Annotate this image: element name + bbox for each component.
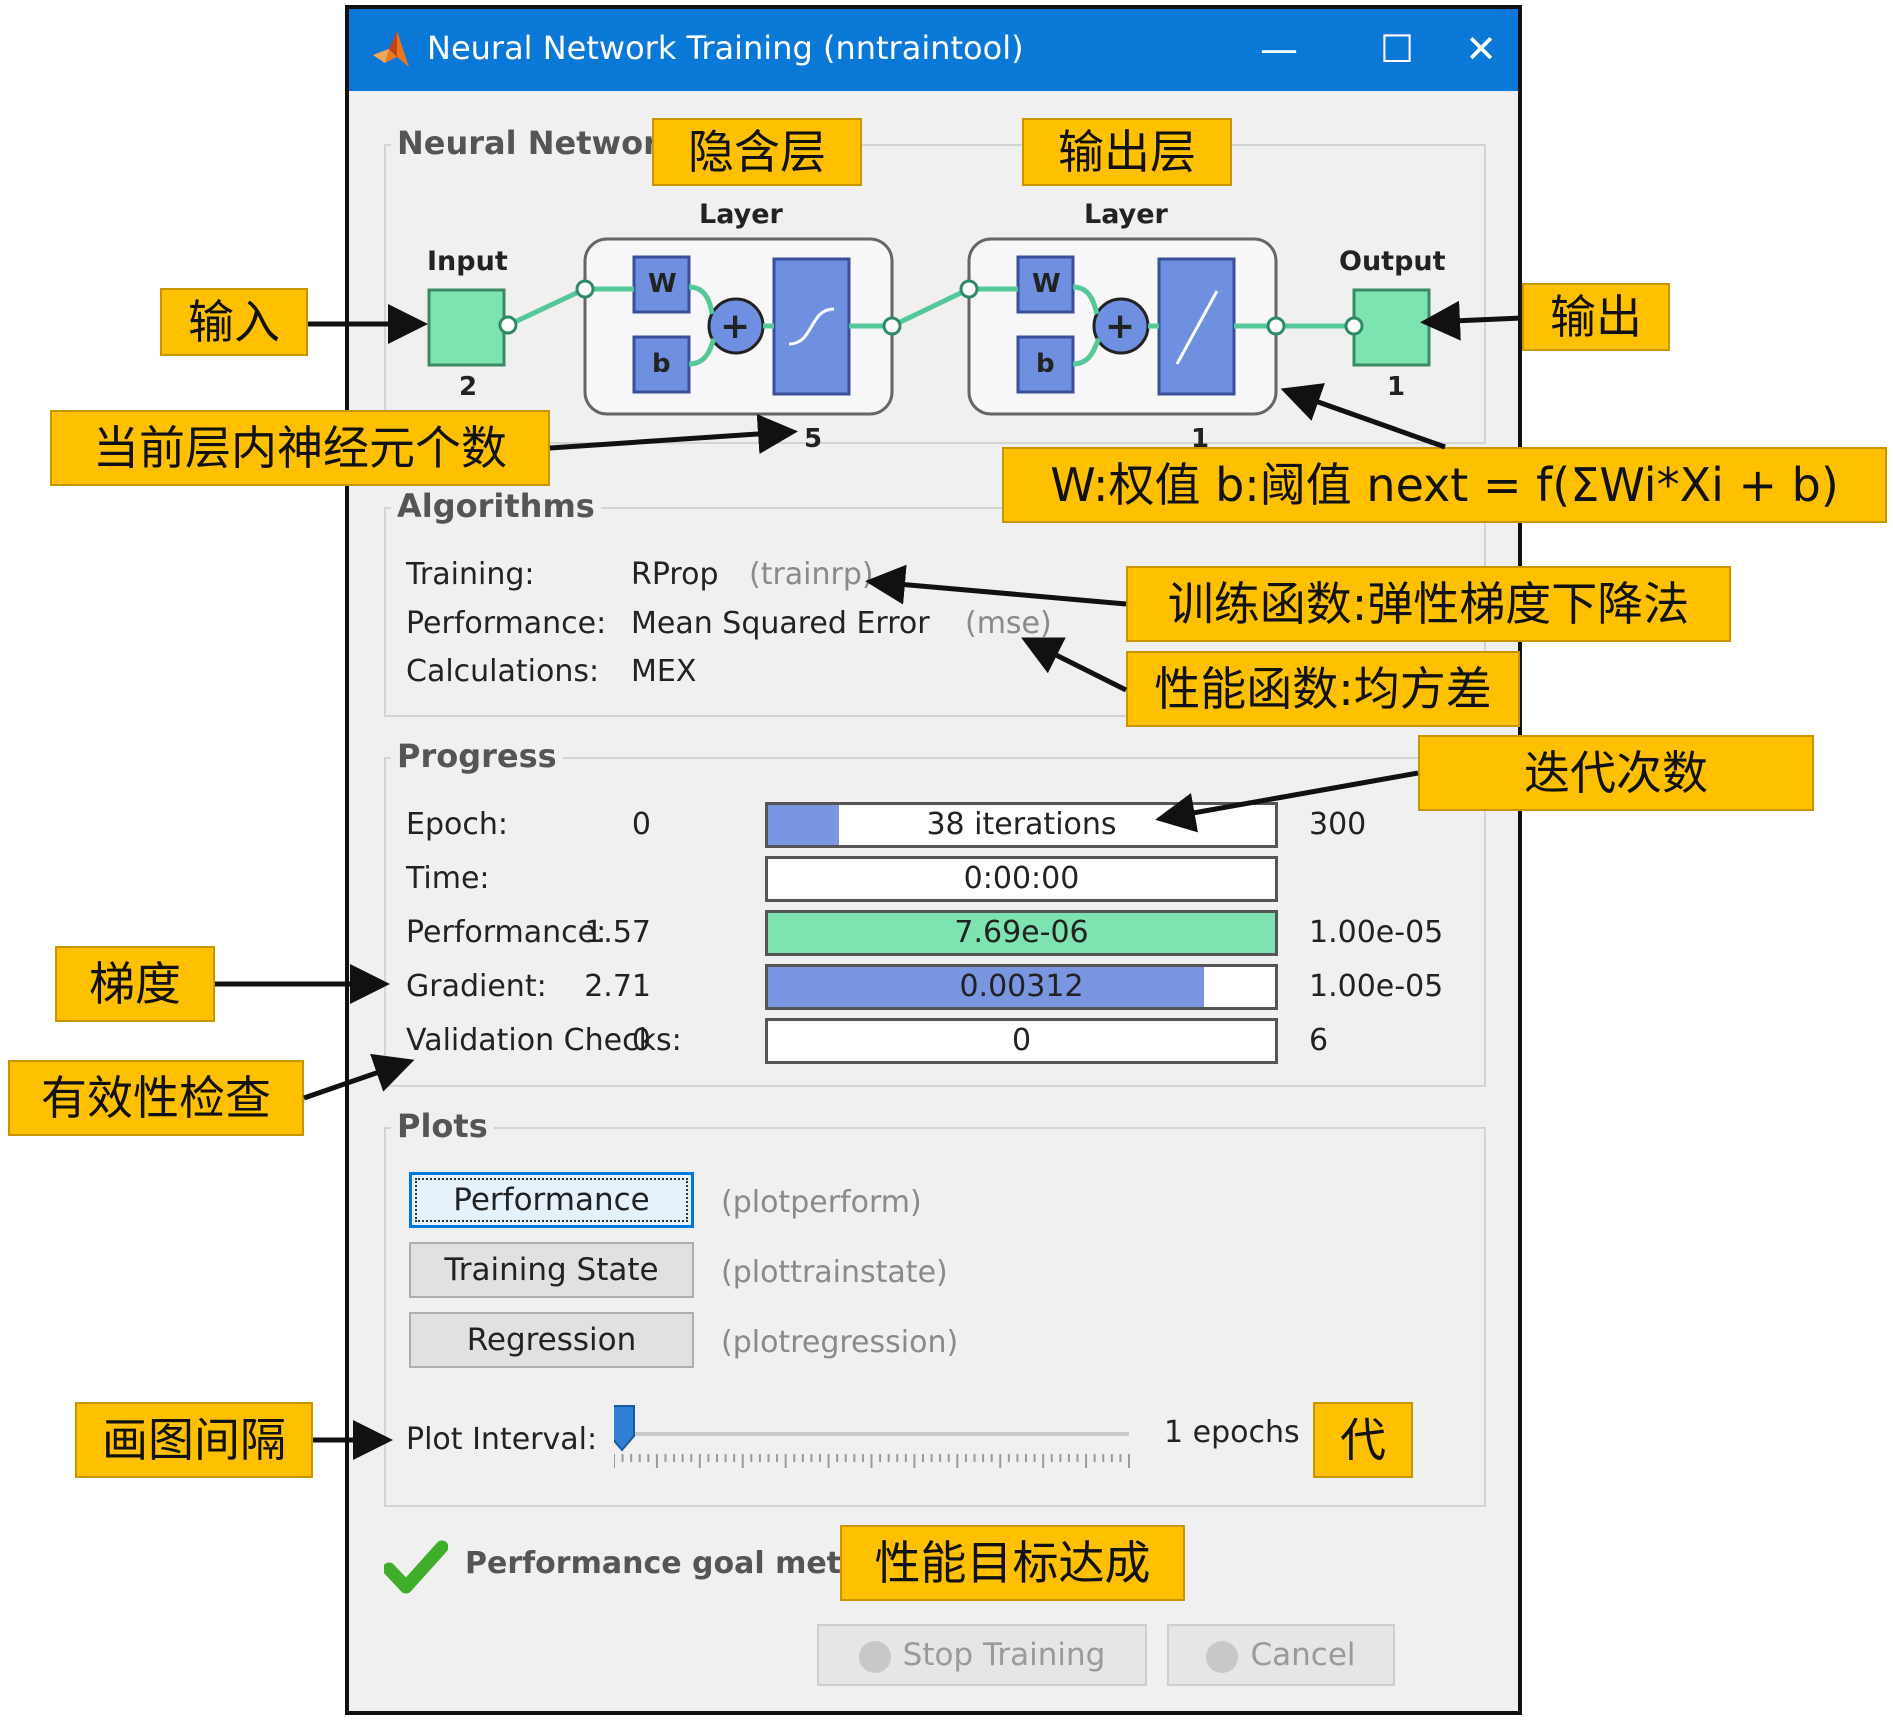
arrow-training-fn [865, 564, 1127, 607]
annotation-arrows [215, 300, 1523, 1460]
arrow-output [1420, 300, 1523, 341]
arrow-validation [303, 1053, 415, 1101]
arrow-formula [1280, 383, 1446, 450]
arrow-performance-fn [1021, 637, 1128, 693]
arrow-neuron-count [549, 414, 798, 454]
arrow-iterations [1155, 770, 1419, 833]
